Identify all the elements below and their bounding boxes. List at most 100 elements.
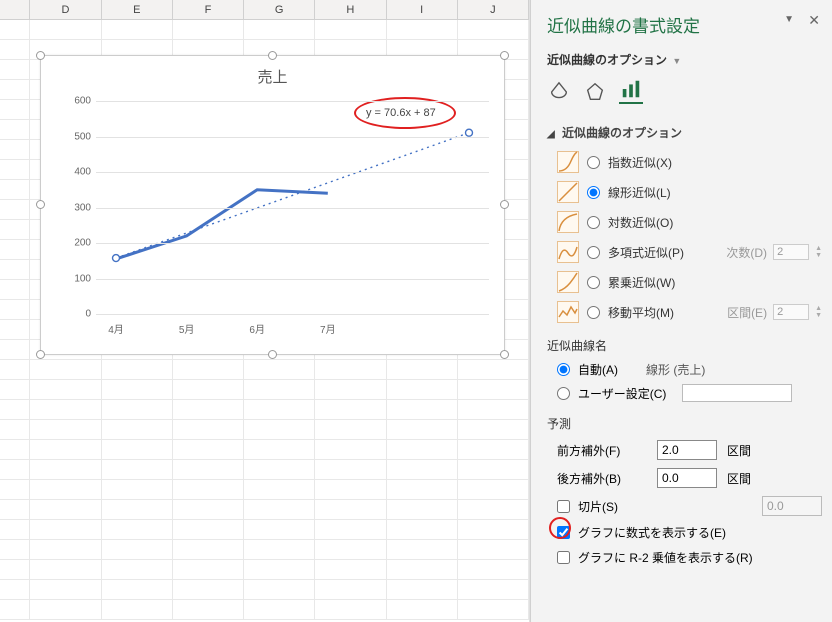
movavg-period-label: 区間(E) — [727, 304, 767, 321]
trend-power-radio[interactable] — [587, 276, 600, 289]
movavg-period-input[interactable] — [773, 304, 809, 320]
trend-exponential-radio[interactable] — [587, 156, 600, 169]
trend-linear-radio[interactable] — [587, 186, 600, 199]
intercept-row: 切片(S) — [547, 492, 822, 520]
name-user-radio[interactable] — [557, 387, 570, 400]
fill-tab-icon[interactable] — [547, 80, 571, 104]
name-auto-value: 線形 (売上) — [646, 361, 705, 378]
movavg-period-spin[interactable]: ▲▼ — [815, 305, 822, 319]
trend-exponential-label[interactable]: 指数近似(X) — [608, 154, 672, 171]
trendline-options-tab-icon[interactable] — [619, 80, 643, 104]
pane-menu-arrow-icon[interactable]: ▼ — [784, 14, 794, 25]
y-axis-tick-label: 400 — [66, 167, 91, 178]
resize-handle[interactable] — [500, 200, 509, 209]
close-pane-button[interactable]: ✕ — [808, 12, 820, 29]
effects-tab-icon[interactable] — [583, 80, 607, 104]
intercept-checkbox[interactable] — [557, 500, 570, 513]
pane-title: 近似曲線の書式設定 — [547, 8, 822, 45]
name-auto-label[interactable]: 自動(A) — [578, 361, 618, 378]
chart-title[interactable]: 売上 — [41, 56, 504, 87]
intercept-label[interactable]: 切片(S) — [578, 498, 618, 515]
col-header[interactable]: I — [387, 0, 458, 20]
pane-tab-icons — [547, 74, 822, 118]
name-user-input[interactable] — [682, 384, 792, 402]
forecast-section: 予測 — [547, 405, 822, 436]
col-header[interactable]: G — [244, 0, 315, 20]
col-header[interactable]: F — [173, 0, 244, 20]
col-header[interactable]: H — [315, 0, 386, 20]
poly-order-input[interactable] — [773, 244, 809, 260]
show-r2-row: グラフに R-2 乗値を表示する(R) — [547, 545, 822, 570]
forecast-backward-label: 後方補外(B) — [557, 470, 647, 487]
trend-type-moving_avg-row: 移動平均(M) 区間(E) ▲▼ — [547, 297, 822, 327]
trend-type-linear-row: 線形近似(L) — [547, 177, 822, 207]
trend-polynomial-radio[interactable] — [587, 246, 600, 259]
embedded-chart[interactable]: 売上 y = 70.6x + 87 01002003004005006004月5… — [40, 55, 505, 355]
trend-linear-icon — [557, 181, 579, 203]
trend-moving_avg-label[interactable]: 移動平均(M) — [608, 304, 674, 321]
forecast-backward-row: 後方補外(B) 区間 — [547, 464, 822, 492]
y-axis-tick-label: 300 — [66, 202, 91, 213]
trendline-endpoint[interactable] — [466, 129, 473, 136]
y-axis-tick-label: 0 — [66, 309, 91, 320]
forecast-forward-row: 前方補外(F) 区間 — [547, 436, 822, 464]
col-header[interactable]: J — [458, 0, 529, 20]
trendline-name-section: 近似曲線名 — [547, 327, 822, 358]
y-axis-tick-label: 600 — [66, 96, 91, 107]
chevron-down-icon: ▼ — [672, 56, 681, 66]
col-header[interactable]: D — [30, 0, 101, 20]
section-header-label: 近似曲線のオプション — [562, 126, 682, 140]
forecast-backward-input[interactable] — [657, 468, 717, 488]
spreadsheet-area: D E F G H I J 売上 y = 70.6x + 87 01002003… — [0, 0, 530, 622]
forecast-forward-input[interactable] — [657, 440, 717, 460]
trend-logarithmic-radio[interactable] — [587, 216, 600, 229]
dropdown-label: 近似曲線のオプション — [547, 53, 667, 67]
name-auto-radio[interactable] — [557, 363, 570, 376]
trend-moving_avg-radio[interactable] — [587, 306, 600, 319]
data-series-line[interactable] — [116, 190, 328, 259]
name-user-label[interactable]: ユーザー設定(C) — [578, 385, 666, 402]
trendline[interactable] — [116, 133, 469, 258]
resize-handle[interactable] — [36, 350, 45, 359]
resize-handle[interactable] — [268, 51, 277, 60]
trend-exponential-icon — [557, 151, 579, 173]
trendline-options-dropdown[interactable]: 近似曲線のオプション ▼ — [547, 45, 822, 74]
x-axis-tick-label: 6月 — [249, 321, 265, 336]
trend-moving_avg-icon — [557, 301, 579, 323]
y-axis-tick-label: 200 — [66, 238, 91, 249]
name-auto-row: 自動(A) 線形 (売上) — [547, 358, 822, 381]
y-axis-tick-label: 500 — [66, 131, 91, 142]
trend-logarithmic-label[interactable]: 対数近似(O) — [608, 214, 673, 231]
trend-power-icon — [557, 271, 579, 293]
poly-order-spin[interactable]: ▲▼ — [815, 245, 822, 259]
format-trendline-pane: 近似曲線の書式設定 ▼ ✕ 近似曲線のオプション ▼ ◢ 近似曲線のオプション … — [530, 0, 832, 622]
resize-handle[interactable] — [500, 350, 509, 359]
x-axis-tick-label: 7月 — [320, 321, 336, 336]
trendline-endpoint[interactable] — [113, 255, 120, 262]
show-equation-row: グラフに数式を表示する(E) — [547, 520, 822, 545]
col-header[interactable]: E — [102, 0, 173, 20]
resize-handle[interactable] — [36, 51, 45, 60]
show-r2-label[interactable]: グラフに R-2 乗値を表示する(R) — [578, 549, 753, 566]
resize-handle[interactable] — [36, 200, 45, 209]
show-equation-label[interactable]: グラフに数式を表示する(E) — [578, 524, 726, 541]
forecast-forward-label: 前方補外(F) — [557, 442, 647, 459]
trend-power-label[interactable]: 累乗近似(W) — [608, 274, 675, 291]
trend-logarithmic-icon — [557, 211, 579, 233]
trendline-equation-label[interactable]: y = 70.6x + 87 — [366, 107, 436, 119]
intercept-input — [762, 496, 822, 516]
name-user-row: ユーザー設定(C) — [547, 381, 822, 405]
resize-handle[interactable] — [268, 350, 277, 359]
show-equation-highlight-circle — [549, 517, 571, 539]
section-header-trendline-options[interactable]: ◢ 近似曲線のオプション — [547, 118, 822, 147]
chart-plot-area[interactable]: y = 70.6x + 87 01002003004005006004月5月6月… — [96, 101, 489, 314]
trend-linear-label[interactable]: 線形近似(L) — [608, 184, 671, 201]
trend-type-polynomial-row: 多項式近似(P) 次数(D) ▲▼ — [547, 237, 822, 267]
x-axis-tick-label: 5月 — [179, 321, 195, 336]
resize-handle[interactable] — [500, 51, 509, 60]
poly-order-group: 次数(D) ▲▼ — [726, 244, 822, 261]
show-r2-checkbox[interactable] — [557, 551, 570, 564]
y-axis-tick-label: 100 — [66, 273, 91, 284]
movavg-period-group: 区間(E) ▲▼ — [727, 304, 822, 321]
trend-polynomial-label[interactable]: 多項式近似(P) — [608, 244, 684, 261]
